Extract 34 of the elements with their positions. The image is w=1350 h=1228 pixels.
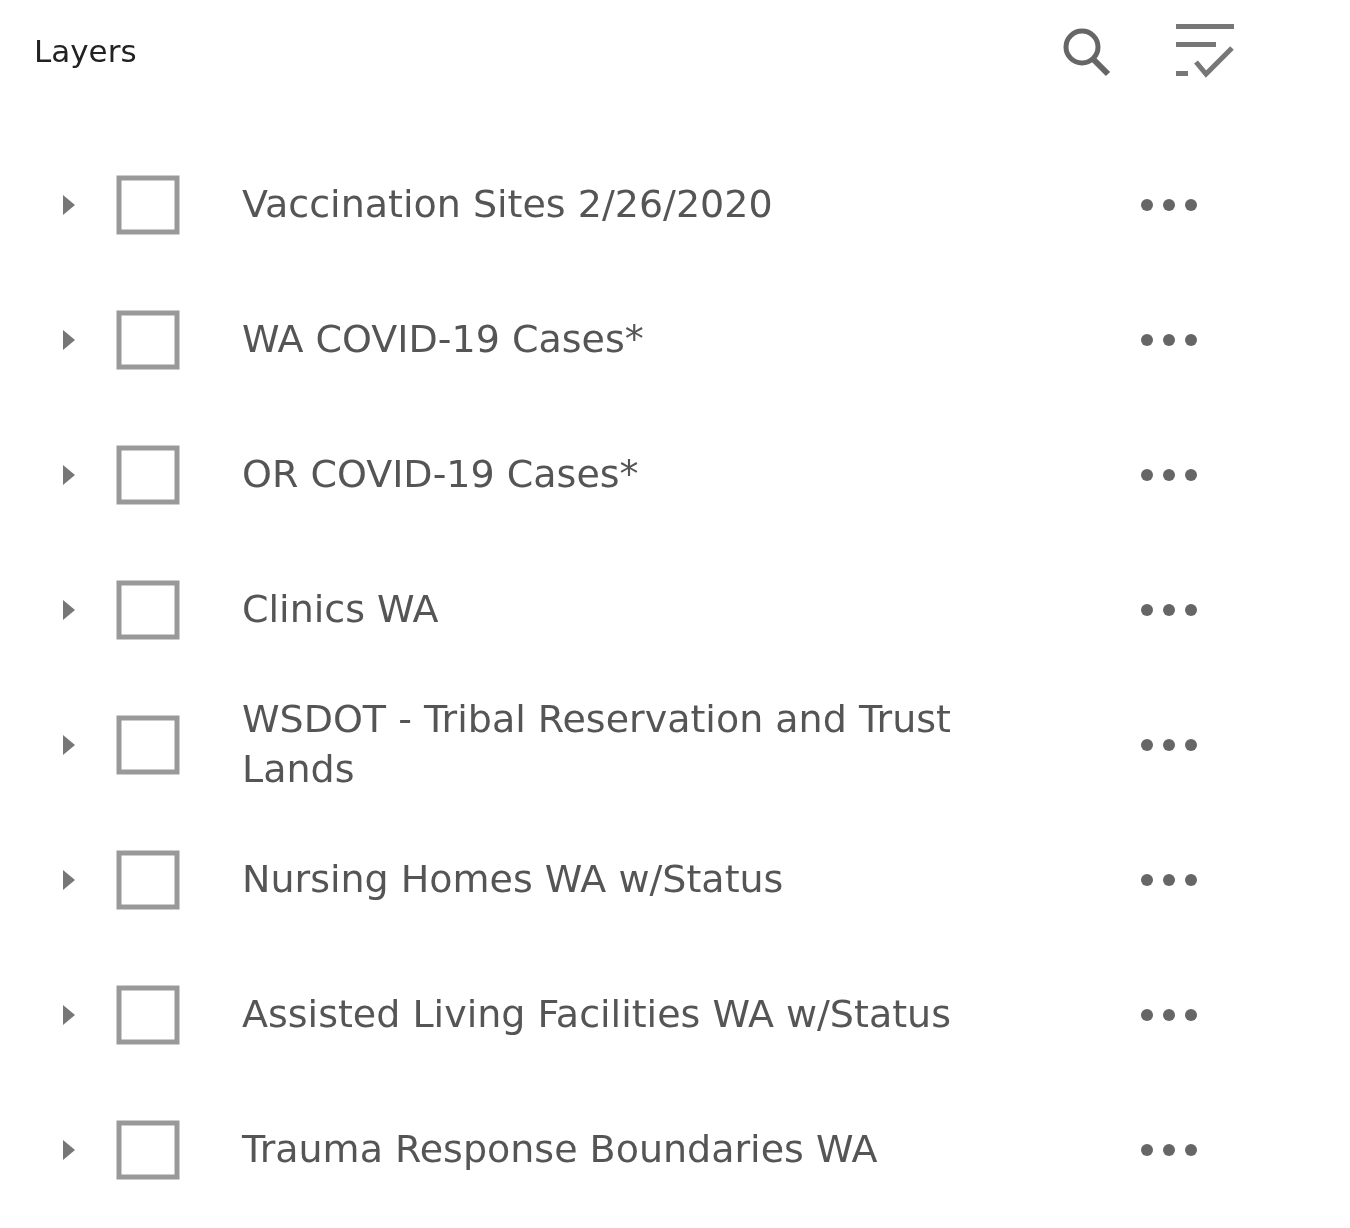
- checkbox[interactable]: [116, 1119, 180, 1180]
- expand-arrow-icon[interactable]: [62, 1138, 76, 1161]
- panel-title: Layers: [34, 33, 137, 69]
- expand-arrow-icon[interactable]: [62, 733, 76, 756]
- expand-arrow-icon[interactable]: [62, 328, 76, 351]
- checkbox[interactable]: [116, 174, 180, 235]
- layer-name: WSDOT - Tribal Reservation and Trust Lands: [242, 696, 952, 793]
- checkbox[interactable]: [116, 714, 180, 775]
- more-options-icon[interactable]: [1140, 872, 1198, 887]
- more-options-icon[interactable]: [1140, 1142, 1198, 1157]
- expand-arrow-icon[interactable]: [62, 1003, 76, 1026]
- expand-arrow-icon[interactable]: [62, 463, 76, 486]
- expand-arrow-icon[interactable]: [62, 193, 76, 216]
- more-options-icon[interactable]: [1140, 737, 1198, 752]
- layer-name: Trauma Response Boundaries WA: [242, 1125, 879, 1173]
- layer-name: Assisted Living Facilities WA w/Status: [242, 990, 952, 1038]
- more-options-icon[interactable]: [1140, 602, 1198, 617]
- more-options-icon[interactable]: [1140, 332, 1198, 347]
- layer-name: Nursing Homes WA w/Status: [242, 855, 785, 903]
- filter-list-icon[interactable]: [1174, 22, 1236, 80]
- more-options-icon[interactable]: [1140, 467, 1198, 482]
- checkbox[interactable]: [116, 309, 180, 370]
- layer-name: OR COVID-19 Cases*: [242, 450, 640, 498]
- more-options-icon[interactable]: [1140, 197, 1198, 212]
- expand-arrow-icon[interactable]: [62, 868, 76, 891]
- checkbox[interactable]: [116, 444, 180, 505]
- layer-name: WA COVID-19 Cases*: [242, 315, 645, 363]
- expand-arrow-icon[interactable]: [62, 598, 76, 621]
- layer-name: Vaccination Sites 2/26/2020: [242, 180, 774, 228]
- checkbox[interactable]: [116, 984, 180, 1045]
- checkbox[interactable]: [116, 849, 180, 910]
- checkbox[interactable]: [116, 579, 180, 640]
- layer-name: Clinics WA: [242, 585, 440, 633]
- more-options-icon[interactable]: [1140, 1007, 1198, 1022]
